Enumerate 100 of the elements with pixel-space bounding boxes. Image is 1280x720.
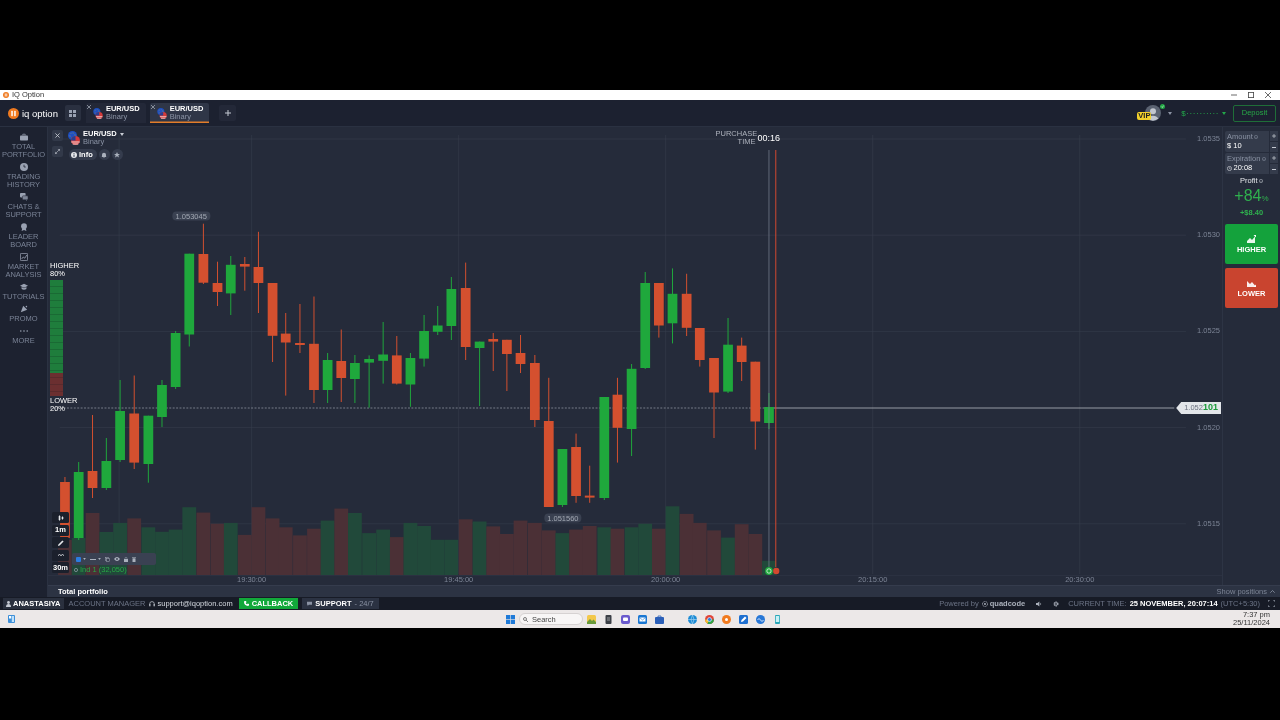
caret-icon[interactable] — [98, 558, 101, 560]
candlestick — [391, 335, 402, 385]
start-icon[interactable] — [506, 614, 515, 624]
candlestick — [170, 330, 181, 390]
caret-icon[interactable] — [1222, 111, 1226, 115]
eye-icon[interactable] — [114, 557, 120, 561]
clock-icon — [19, 163, 28, 171]
candlestick — [322, 352, 333, 404]
candlestick — [681, 273, 692, 337]
candlestick — [364, 354, 374, 409]
close-icon[interactable] — [1265, 92, 1271, 98]
volume-bar — [417, 526, 431, 575]
info-icon[interactable] — [1259, 179, 1263, 183]
volume-bar — [210, 523, 225, 575]
caret-icon[interactable] — [83, 558, 86, 560]
chart-icon — [19, 253, 28, 261]
candlestick — [694, 327, 705, 368]
copy-icon[interactable] — [105, 556, 110, 562]
candlestick — [143, 415, 154, 484]
apps-button[interactable] — [64, 105, 81, 121]
caret-icon — [119, 132, 124, 136]
currency-flags-icon — [68, 131, 80, 145]
clock-icon — [1227, 165, 1232, 171]
chat-icon[interactable] — [621, 614, 630, 624]
info-icon — [71, 151, 77, 158]
diagonal-arrows-icon — [55, 149, 60, 154]
increase-button[interactable] — [1270, 153, 1278, 163]
bag-icon[interactable] — [655, 614, 664, 624]
volume-bar — [155, 531, 169, 575]
speaker-icon[interactable] — [1036, 600, 1043, 607]
envelope-icon[interactable] — [638, 614, 647, 624]
fullscreen-icon[interactable] — [1268, 600, 1275, 607]
disc-icon[interactable] — [722, 614, 731, 624]
alert-button[interactable] — [98, 149, 110, 160]
trash-icon[interactable] — [132, 556, 136, 562]
volume-bar — [569, 529, 583, 575]
candlestick — [446, 276, 457, 341]
candlestick — [225, 255, 236, 316]
decrease-button[interactable] — [1270, 142, 1278, 152]
candlestick — [350, 354, 360, 404]
candlestick — [474, 341, 485, 407]
volume-bar — [638, 523, 653, 575]
close-icon[interactable] — [151, 104, 156, 109]
candlestick — [654, 282, 664, 339]
landscape-icon[interactable] — [587, 614, 596, 624]
close-icon[interactable] — [87, 104, 92, 109]
expand-button[interactable] — [52, 146, 63, 157]
balance-amount[interactable]: $·········· — [1181, 108, 1219, 118]
candlestick — [405, 352, 416, 408]
widget-board-icon[interactable] — [8, 615, 15, 623]
person-icon — [6, 600, 11, 607]
document-icon[interactable] — [604, 614, 613, 624]
volume-bar — [597, 527, 612, 575]
indicators-button[interactable] — [52, 549, 69, 561]
volume-bar — [679, 513, 694, 575]
chart-type-button[interactable] — [52, 512, 69, 523]
wave-icon — [57, 552, 64, 558]
volume-bar — [707, 530, 721, 575]
plus-icon — [224, 110, 231, 116]
candlestick — [239, 256, 250, 292]
star-icon — [114, 151, 121, 158]
currency-flags-icon — [156, 107, 167, 119]
volume-bar — [265, 518, 280, 575]
grid-icon — [69, 109, 77, 117]
settings-icon[interactable] — [1053, 600, 1060, 607]
caret-icon[interactable] — [1168, 111, 1173, 115]
candlestick — [157, 379, 167, 428]
minus-icon — [1272, 146, 1276, 148]
pen-icon[interactable] — [739, 614, 748, 624]
headset-icon — [149, 600, 156, 607]
caret-up-icon — [1270, 590, 1275, 593]
candlestick — [101, 437, 112, 491]
candlestick — [419, 314, 429, 368]
candlestick — [432, 305, 443, 336]
close-chart-button[interactable] — [52, 130, 63, 141]
globe-icon[interactable] — [688, 614, 697, 624]
brand-mark-icon — [981, 600, 988, 607]
drawing-tools-button[interactable] — [52, 537, 69, 548]
line-style-icon[interactable] — [90, 558, 96, 560]
profit-percent: +84% — [1233, 188, 1270, 206]
wave-icon[interactable] — [756, 614, 765, 624]
maximize-icon[interactable] — [1248, 92, 1254, 98]
volume-bar — [334, 508, 349, 575]
color-swatch-icon[interactable] — [76, 556, 81, 562]
ring-icon — [765, 567, 773, 575]
candlestick — [295, 303, 305, 354]
candlestick — [736, 337, 747, 382]
party-popper-icon — [19, 305, 28, 313]
increase-button[interactable] — [1270, 131, 1278, 141]
ring-icon[interactable] — [705, 614, 714, 624]
search-icon — [523, 616, 528, 622]
logo-icon[interactable] — [8, 107, 19, 119]
decrease-button[interactable] — [1270, 164, 1278, 174]
purchase-time-countdown: 00:16 — [757, 133, 780, 143]
add-tab-button[interactable] — [219, 105, 237, 121]
lock-icon[interactable] — [124, 556, 128, 562]
favorite-button[interactable] — [111, 149, 123, 160]
close-icon — [55, 133, 60, 138]
plus-icon — [1272, 156, 1276, 160]
candlestick — [557, 448, 568, 508]
